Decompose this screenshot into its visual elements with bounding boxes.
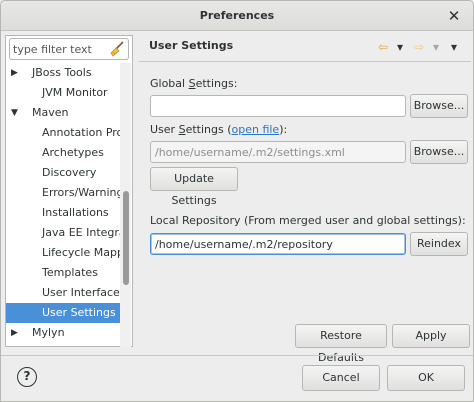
footer-separator <box>1 355 473 356</box>
tree-item-user-interface[interactable]: User Interface <box>6 283 120 303</box>
apply-button[interactable]: Apply <box>392 324 470 348</box>
tree-item-discovery[interactable]: Discovery <box>6 163 120 183</box>
back-menu-chevron-icon[interactable]: ▾ <box>397 39 403 55</box>
reindex-button[interactable]: Reindex <box>410 232 468 256</box>
filter-input[interactable] <box>13 41 109 57</box>
user-settings-label: User Settings (open file): <box>150 123 288 136</box>
tree-item-label: JBoss Tools <box>32 66 92 79</box>
preference-tree-panel: ▶ JBoss Tools JVM Monitor ▼ Maven Annotation … <box>5 35 133 347</box>
tree-item-user-settings[interactable]: User Settings <box>6 303 120 323</box>
broom-icon[interactable] <box>108 40 126 58</box>
view-menu-chevron-icon[interactable]: ▾ <box>451 39 457 55</box>
local-repository-label: Local Repository (From merged user and g… <box>150 214 466 227</box>
tree-item-label: Installations <box>42 206 109 219</box>
back-arrow-icon[interactable]: ⇦ <box>378 39 388 55</box>
tree-item-jvm-monitor[interactable]: JVM Monitor <box>6 83 120 103</box>
tree-scrollbar[interactable] <box>120 63 131 347</box>
preferences-window: Preferences ✕ ▶ JBoss Tools JVM Monitor ▼ Ma… <box>0 0 474 402</box>
collapsed-arrow-icon[interactable]: ▶ <box>11 323 21 343</box>
tree-item-label: Maven <box>32 106 69 119</box>
restore-defaults-button[interactable]: Restore Defaults <box>295 324 387 364</box>
header-separator <box>139 61 471 62</box>
filter-box <box>9 38 129 60</box>
tree-item-label: Archetypes <box>42 146 104 159</box>
tree-item-errors-warnings[interactable]: Errors/Warnings <box>6 183 120 203</box>
update-settings-button[interactable]: Update Settings <box>150 167 238 207</box>
open-file-link[interactable]: open file <box>232 123 280 136</box>
tree-item-archetypes[interactable]: Archetypes <box>6 143 120 163</box>
tree-item-maven[interactable]: ▼ Maven <box>6 103 120 123</box>
tree-item-label: Mylyn <box>32 326 65 339</box>
tree-item-mylyn[interactable]: ▶ Mylyn <box>6 323 120 343</box>
tree-item-jboss-tools[interactable]: ▶ JBoss Tools <box>6 63 120 83</box>
tree-item-label: JVM Monitor <box>42 86 108 99</box>
global-settings-input[interactable] <box>150 95 406 117</box>
page-title: User Settings <box>149 39 234 52</box>
tree-item-label: Java EE Integrat <box>42 226 120 239</box>
forward-arrow-icon[interactable]: ⇨ <box>414 39 424 55</box>
ok-button[interactable]: OK <box>387 365 465 391</box>
tree-item-templates[interactable]: Templates <box>6 263 120 283</box>
scroll-thumb[interactable] <box>123 191 129 285</box>
help-icon[interactable]: ? <box>17 367 37 387</box>
forward-menu-chevron-icon[interactable]: ▾ <box>433 39 439 55</box>
global-settings-label: Global Settings: <box>150 77 238 90</box>
tree-item-java-ee-integrat[interactable]: Java EE Integrat <box>6 223 120 243</box>
tree-item-label: User Settings <box>42 306 116 319</box>
nav-toolbar: ⇦ ▾ ⇨ ▾ ▾ <box>378 39 468 55</box>
tree-item-lifecycle-mappir[interactable]: Lifecycle Mappir <box>6 243 120 263</box>
tree-item-label: User Interface <box>42 286 120 299</box>
tree-item-label: Discovery <box>42 166 97 179</box>
collapsed-arrow-icon[interactable]: ▶ <box>11 63 21 83</box>
tree-item-label: Annotation Proc <box>42 126 120 139</box>
local-repository-input[interactable] <box>150 233 406 255</box>
cancel-button[interactable]: Cancel <box>302 365 380 391</box>
global-browse-button[interactable]: Browse... <box>410 94 468 118</box>
window-title: Preferences <box>199 9 275 22</box>
preference-tree: ▶ JBoss Tools JVM Monitor ▼ Maven Annotation … <box>6 63 120 347</box>
tree-item-label: Templates <box>42 266 98 279</box>
expanded-arrow-icon[interactable]: ▼ <box>11 103 21 123</box>
tree-item-annotation-proc[interactable]: Annotation Proc <box>6 123 120 143</box>
title-bar: Preferences ✕ <box>1 1 473 31</box>
tree-item-installations[interactable]: Installations <box>6 203 120 223</box>
close-icon[interactable]: ✕ <box>445 7 463 25</box>
tree-item-label: Errors/Warnings <box>42 186 120 199</box>
user-browse-button[interactable]: Browse... <box>410 140 468 164</box>
tree-item-label: Lifecycle Mappir <box>42 246 120 259</box>
user-settings-input[interactable] <box>150 141 406 163</box>
